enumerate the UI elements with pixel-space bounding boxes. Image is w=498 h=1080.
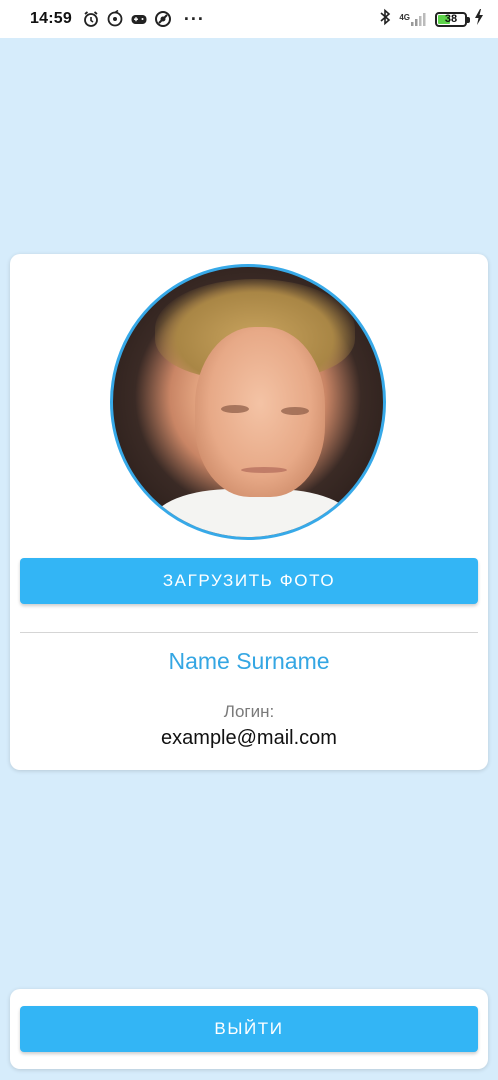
battery-icon: 38 [435,11,470,27]
signal-icon: 4G [399,11,428,27]
divider [20,632,478,633]
alarm-icon [82,10,100,28]
status-bar: 14:59 ··· 4G 38 [0,0,498,38]
charging-icon [474,8,484,30]
bluetooth-icon [378,8,392,31]
avatar-mouth [241,467,287,473]
avatar-eye-left [221,405,249,413]
status-system-icons: 4G 38 [378,8,484,31]
status-time: 14:59 [30,10,72,27]
login-value: example@mail.com [161,727,337,749]
logout-card: ВЫЙТИ [10,989,488,1069]
profile-name: Name Surname [168,648,330,674]
battery-level: 38 [444,12,458,25]
profile-card: ЗАГРУЗИТЬ ФОТО Name Surname Логин: examp… [10,254,488,770]
status-notification-icons: ··· [82,10,205,28]
login-label: Логин: [223,702,275,721]
sync-icon [106,10,124,28]
network-type: 4G [399,13,410,22]
game-controller-icon [130,10,148,28]
battery-cap [467,16,470,23]
avatar-eye-right [281,407,309,415]
upload-photo-button[interactable]: ЗАГРУЗИТЬ ФОТО [20,558,478,604]
more-notifications-icon: ··· [183,9,205,29]
do-not-disturb-icon [154,10,172,28]
avatar[interactable] [110,264,386,540]
logout-button[interactable]: ВЫЙТИ [20,1006,478,1052]
